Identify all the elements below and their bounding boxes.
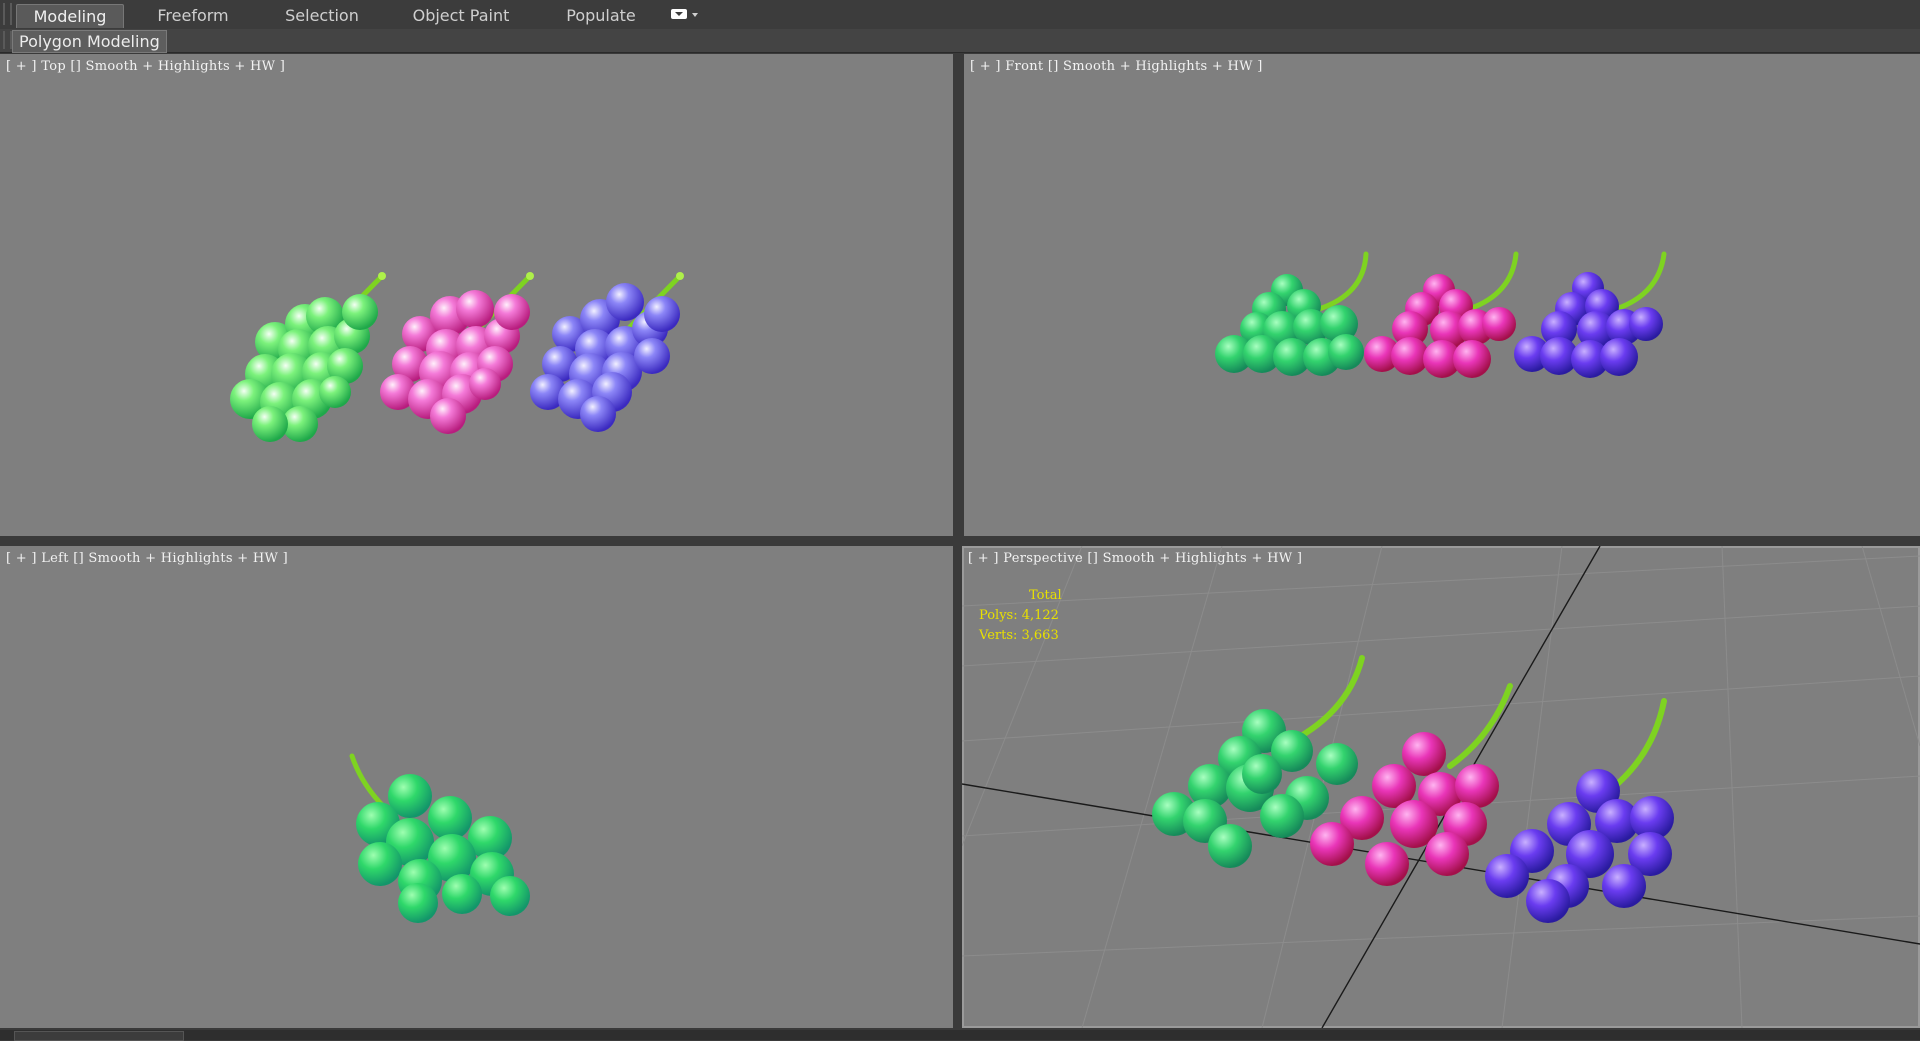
options-dropdown-icon: [671, 9, 687, 19]
viewport-label-perspective[interactable]: [ + ] Perspective [] Smooth + Highlights…: [968, 551, 1302, 566]
viewport-front[interactable]: [ + ] Front [] Smooth + Highlights + HW …: [964, 54, 1920, 536]
grape-bunch-pink: [1364, 251, 1519, 378]
viewport-label-front[interactable]: [ + ] Front [] Smooth + Highlights + HW …: [970, 59, 1263, 74]
stats-polys: Polys: 4,122: [979, 608, 1059, 623]
viewport-perspective[interactable]: [ + ] Perspective [] Smooth + Highlights…: [962, 546, 1920, 1028]
grape-bunch-green: [349, 753, 530, 923]
chevron-down-icon: [692, 13, 698, 17]
grape-bunch-purple: [1514, 251, 1667, 378]
grape-bunch-green: [230, 272, 386, 442]
ribbon-panel-grip[interactable]: [3, 31, 12, 49]
ribbon-tab-bar: Modeling Freeform Selection Object Paint…: [0, 0, 1920, 30]
grape-bunch-purple: [1485, 698, 1674, 923]
tab-modeling[interactable]: Modeling: [16, 4, 124, 28]
left-view-scene: [349, 753, 530, 923]
viewport-left[interactable]: [ + ] Left [] Smooth + Highlights + HW ]: [0, 546, 953, 1028]
ribbon-options-dropdown[interactable]: [669, 7, 703, 23]
perspective-view-scene: [962, 546, 1920, 1028]
grape-bunch-pink: [380, 272, 534, 434]
tab-populate[interactable]: Populate: [548, 4, 654, 27]
tab-object-paint[interactable]: Object Paint: [402, 4, 520, 27]
tab-freeform[interactable]: Freeform: [138, 4, 248, 27]
polygon-modeling-panel[interactable]: Polygon Modeling: [12, 30, 167, 53]
grape-bunch-green: [1215, 251, 1369, 376]
viewport-label-top[interactable]: [ + ] Top [] Smooth + Highlights + HW ]: [6, 59, 285, 74]
stats-title: Total: [1029, 588, 1062, 603]
viewport-label-left[interactable]: [ + ] Left [] Smooth + Highlights + HW ]: [6, 551, 288, 566]
viewport-top[interactable]: [ + ] Top [] Smooth + Highlights + HW ]: [0, 54, 953, 536]
front-view-scene: [1215, 251, 1667, 378]
status-bar: [0, 1030, 1920, 1041]
ribbon-grip-handle[interactable]: [3, 3, 12, 25]
grape-bunch-purple: [530, 272, 684, 432]
top-view-scene: [230, 272, 684, 442]
ribbon-panel-bar: Polygon Modeling: [0, 29, 1920, 53]
stats-verts: Verts: 3,663: [979, 628, 1059, 643]
scene-statistics: Total Polys: 4,122 Verts: 3,663: [979, 586, 1062, 646]
tab-selection[interactable]: Selection: [268, 4, 376, 27]
